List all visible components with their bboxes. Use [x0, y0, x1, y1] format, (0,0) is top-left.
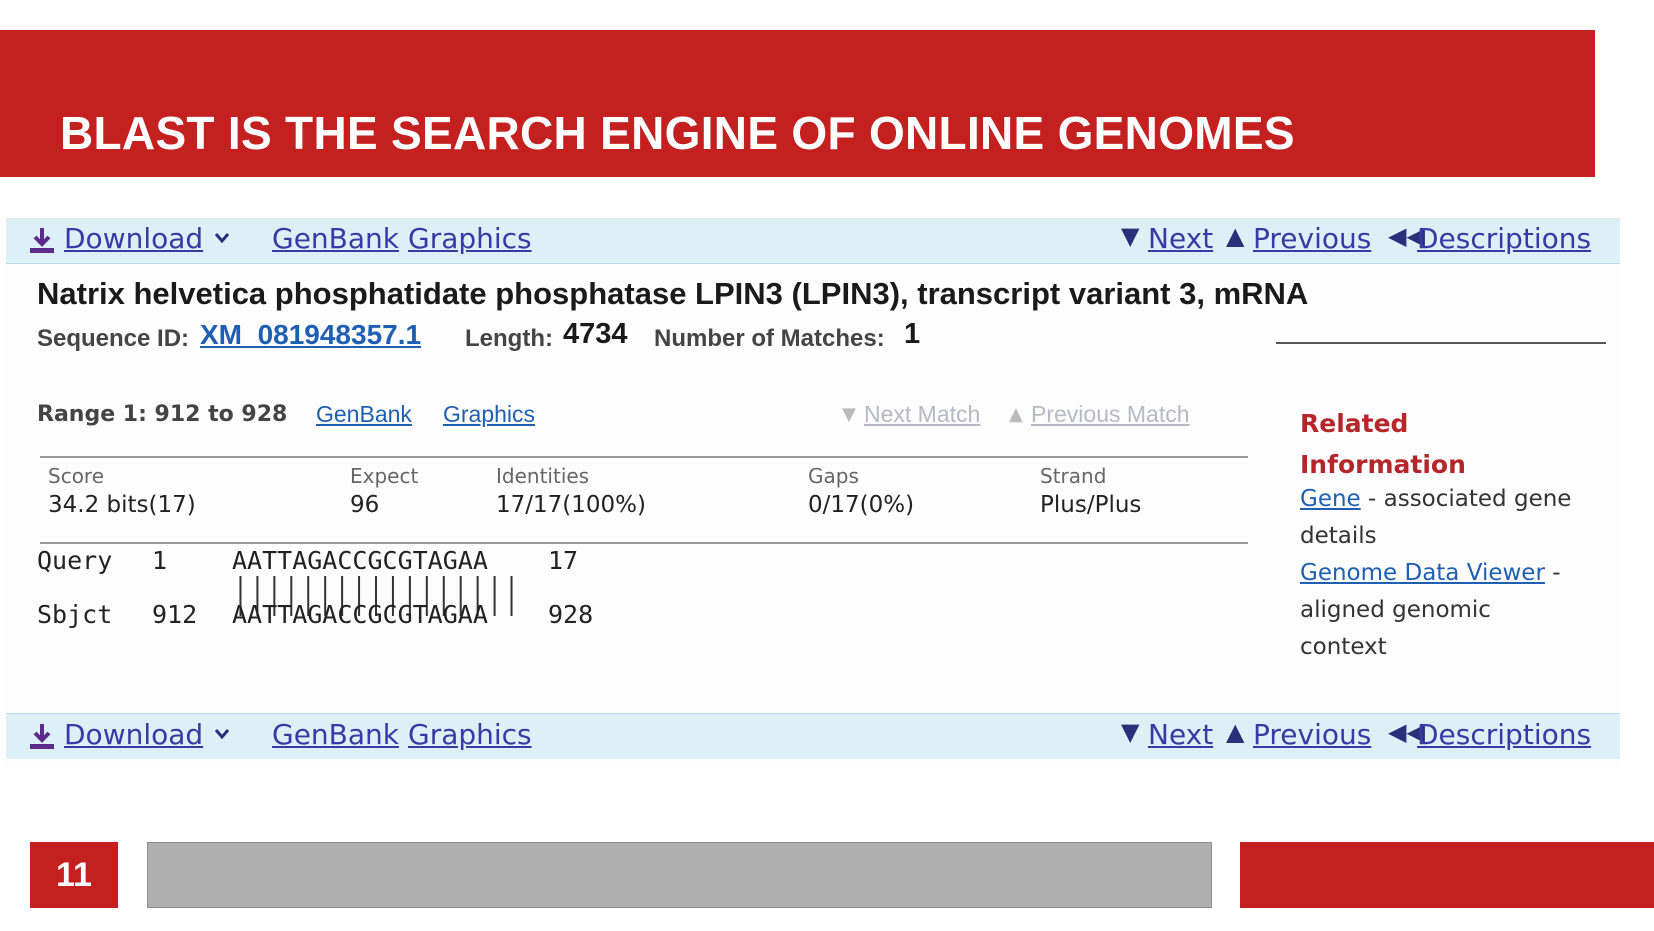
stat-value-expect: 96: [350, 492, 380, 518]
chevron-down-icon[interactable]: [214, 232, 230, 244]
related-information-heading: Related Information: [1300, 403, 1466, 485]
previous-match-link[interactable]: Previous Match: [1031, 401, 1190, 428]
stat-header-gaps: Gaps: [808, 464, 859, 488]
related-gene-line: Gene - associated gene: [1300, 486, 1571, 512]
previous-link-bottom[interactable]: Previous: [1253, 718, 1371, 751]
related-viewer-line: Genome Data Viewer -: [1300, 560, 1561, 586]
previous-arrow-icon: ▲: [1226, 718, 1245, 746]
chevron-down-icon[interactable]: [214, 728, 230, 740]
related-heading-line-2: Information: [1300, 450, 1466, 479]
range-genbank-link[interactable]: GenBank: [316, 401, 412, 428]
slide-title: BLAST IS THE SEARCH ENGINE OF ONLINE GEN…: [60, 107, 1295, 159]
previous-match-arrow-icon: ▲: [1009, 404, 1023, 425]
query-start: 1: [152, 546, 168, 575]
stat-value-strand: Plus/Plus: [1040, 492, 1142, 518]
result-toolbar-bottom: Download GenBank Graphics ▼ Next ▲ Previ…: [6, 713, 1620, 759]
next-link[interactable]: Next: [1148, 222, 1213, 255]
next-arrow-icon: ▼: [1121, 718, 1140, 746]
graphics-link[interactable]: Graphics: [408, 222, 532, 255]
graphics-link-bottom[interactable]: Graphics: [408, 718, 532, 751]
page-number: 11: [56, 856, 92, 894]
matches-value: 1: [904, 318, 921, 350]
divider: [1276, 342, 1606, 344]
stat-header-identities: Identities: [496, 464, 590, 488]
related-heading-line-1: Related: [1300, 409, 1409, 438]
blast-result-panel: Download GenBank Graphics ▼ Next ▲ Previ…: [6, 218, 1620, 766]
range-label: Range 1: 912 to 928: [37, 402, 288, 427]
descriptions-link-bottom[interactable]: Descriptions: [1417, 718, 1591, 751]
download-icon[interactable]: [28, 226, 56, 256]
descriptions-link[interactable]: Descriptions: [1417, 222, 1591, 255]
stat-value-gaps: 0/17(0%): [808, 492, 915, 518]
query-end: 17: [548, 546, 579, 575]
result-toolbar-top: Download GenBank Graphics ▼ Next ▲ Previ…: [6, 218, 1620, 264]
sbjct-start: 912: [152, 600, 198, 629]
gene-desc-2: details: [1300, 523, 1377, 549]
gene-link[interactable]: Gene: [1300, 486, 1361, 512]
page-number-box: 11: [30, 842, 118, 908]
footer-accent: [1240, 842, 1654, 908]
range-graphics-link[interactable]: Graphics: [443, 401, 535, 428]
download-link[interactable]: Download: [64, 222, 203, 255]
alignment-stats-table: Score Expect Identities Gaps Strand 34.2…: [40, 456, 1248, 544]
viewer-desc-2: aligned genomic: [1300, 597, 1491, 623]
length-value: 4734: [563, 318, 628, 350]
previous-arrow-icon: ▲: [1226, 222, 1245, 250]
matches-label: Number of Matches:: [654, 325, 885, 352]
next-arrow-icon: ▼: [1121, 222, 1140, 250]
viewer-desc-3: context: [1300, 634, 1387, 660]
sbjct-end: 928: [548, 600, 594, 629]
sequence-id-label: Sequence ID:: [37, 325, 190, 352]
query-sequence: AATTAGACCGCGTAGAA: [232, 546, 488, 575]
stat-header-strand: Strand: [1040, 464, 1107, 488]
sbjct-sequence: AATTAGACCGCGTAGAA: [232, 600, 488, 629]
genbank-link[interactable]: GenBank: [272, 222, 399, 255]
query-label: Query: [37, 546, 113, 575]
stat-value-identities: 17/17(100%): [496, 492, 646, 518]
length-label: Length:: [465, 325, 553, 352]
sbjct-label: Sbjct: [37, 600, 113, 629]
download-link-bottom[interactable]: Download: [64, 718, 203, 751]
stat-value-score: 34.2 bits(17): [48, 492, 196, 518]
sequence-title: Natrix helvetica phosphatidate phosphata…: [37, 276, 1309, 311]
gene-desc: - associated gene: [1360, 486, 1572, 512]
previous-link[interactable]: Previous: [1253, 222, 1371, 255]
stat-header-expect: Expect: [350, 464, 419, 488]
next-link-bottom[interactable]: Next: [1148, 718, 1213, 751]
download-icon[interactable]: [28, 722, 56, 752]
viewer-desc: -: [1544, 560, 1561, 586]
sequence-id-link[interactable]: XM_081948357.1: [200, 319, 421, 351]
stat-header-score: Score: [48, 464, 105, 488]
next-match-link[interactable]: Next Match: [864, 401, 980, 428]
next-match-arrow-icon: ▼: [842, 404, 856, 425]
genbank-link-bottom[interactable]: GenBank: [272, 718, 399, 751]
footer-bar: [147, 842, 1212, 908]
genome-data-viewer-link[interactable]: Genome Data Viewer: [1300, 560, 1545, 586]
